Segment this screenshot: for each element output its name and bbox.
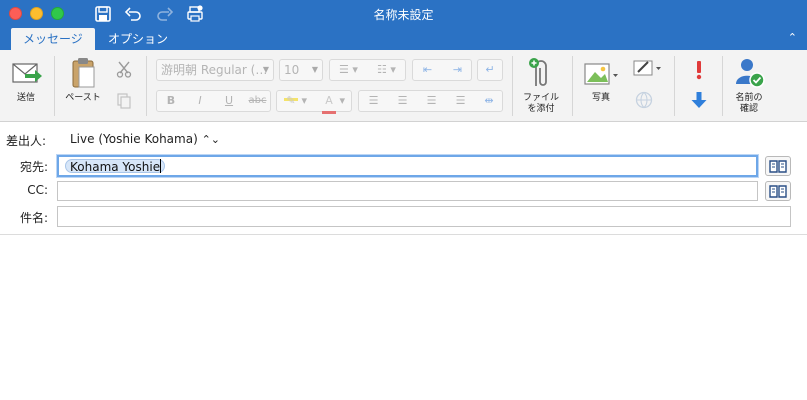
font-size-value: 10 (284, 63, 300, 77)
picture-icon (584, 63, 618, 85)
check-names-icon (736, 59, 765, 88)
cc-field[interactable] (57, 181, 758, 201)
signature-icon[interactable] (632, 58, 664, 78)
title-bar: 名称未設定 (0, 0, 807, 28)
text-format-controls: B I U abc (156, 90, 271, 112)
send-label: 送信 (16, 93, 35, 103)
to-field[interactable]: Kohama Yoshie (57, 155, 758, 177)
to-label: 宛先: (19, 160, 48, 174)
low-importance-icon[interactable] (690, 90, 708, 110)
numbered-list-icon[interactable]: ☷ ▾ (368, 60, 405, 80)
attach-file-label-1: ファイル (522, 93, 559, 103)
picture-label: 写真 (591, 93, 610, 103)
attach-file-label-2: を添付 (527, 104, 555, 114)
font-color-icon[interactable]: A ▾ (315, 91, 352, 114)
check-names-label-2: 確認 (739, 104, 758, 114)
clipboard-icon (72, 58, 95, 88)
cut-icon[interactable] (116, 60, 132, 78)
collapse-ribbon-icon[interactable]: ⌃ (788, 31, 797, 44)
justify-icon[interactable]: ☰ (446, 91, 475, 111)
decrease-indent-icon[interactable]: ⇤ (413, 60, 442, 80)
send-button[interactable]: 送信 (8, 58, 44, 104)
to-address-book-button[interactable] (765, 156, 791, 176)
align-left-icon[interactable]: ☰ (359, 91, 388, 111)
text-caret (160, 159, 161, 173)
message-body-editor[interactable] (0, 235, 807, 400)
ribbon-tab-row: メッセージ オプション ⌃ (0, 28, 807, 50)
color-controls: ✎ ▾ A ▾ (276, 90, 352, 114)
align-center-icon[interactable]: ☰ (388, 91, 417, 111)
cc-address-book-button[interactable] (765, 181, 791, 201)
alignment-controls: ☰ ☰ ☰ ☰ ⇹ (358, 90, 503, 112)
recipient-token[interactable]: Kohama Yoshie (65, 159, 166, 174)
underline-button[interactable]: U (215, 91, 243, 111)
paste-button[interactable]: ペースト (62, 56, 104, 104)
check-names-label-1: 名前の (735, 93, 763, 103)
paperclip-icon (529, 58, 547, 86)
paste-label: ペースト (65, 93, 101, 103)
high-importance-icon[interactable] (691, 60, 707, 80)
from-account-value: Live (Yoshie Kohama) (70, 132, 198, 146)
bold-button[interactable]: B (157, 91, 185, 111)
ribbon: 送信 ペースト 游明朝 Regular (… ▼ 10 ▼ ☰ ▾ ☷ ▾ ⇤ … (0, 50, 807, 122)
font-name-dropdown[interactable]: 游明朝 Regular (… ▼ (156, 59, 274, 81)
picture-button[interactable]: 写真 (580, 60, 622, 104)
italic-button[interactable]: I (186, 91, 214, 111)
distributed-icon[interactable]: ⇹ (475, 91, 503, 111)
highlight-color-icon[interactable]: ✎ ▾ (277, 91, 314, 111)
bullet-list-icon[interactable]: ☰ ▾ (330, 60, 367, 80)
attach-file-button[interactable]: ファイル を添付 (518, 56, 564, 115)
send-icon (12, 63, 42, 83)
tab-options[interactable]: オプション (96, 28, 180, 50)
window-title: 名称未設定 (373, 8, 434, 22)
updown-chevron-icon: ⌃⌄ (201, 133, 221, 146)
from-account-selector[interactable]: Live (Yoshie Kohama) ⌃⌄ (70, 132, 220, 146)
align-right-icon[interactable]: ☰ (417, 91, 446, 111)
subject-field[interactable] (57, 206, 791, 227)
font-name-value: 游明朝 Regular (… (161, 63, 268, 77)
copy-icon[interactable] (116, 92, 132, 110)
address-book-icon (769, 160, 787, 173)
increase-indent-icon[interactable]: ⇥ (443, 60, 472, 80)
indent-controls: ⇤ ⇥ (412, 59, 472, 81)
text-direction-icon[interactable]: ↵ (478, 60, 502, 80)
cc-label: CC: (27, 183, 48, 197)
hyperlink-icon[interactable] (634, 90, 654, 110)
subject-label: 件名: (19, 211, 48, 225)
font-size-dropdown[interactable]: 10 ▼ (279, 59, 323, 81)
from-label: 差出人: (6, 134, 47, 148)
list-controls: ☰ ▾ ☷ ▾ (329, 59, 406, 81)
tab-message[interactable]: メッセージ (11, 28, 95, 50)
address-book-icon (769, 185, 787, 198)
direction-control: ↵ (477, 59, 503, 81)
check-names-button[interactable]: 名前の 確認 (728, 56, 770, 115)
strikethrough-button[interactable]: abc (244, 91, 271, 111)
